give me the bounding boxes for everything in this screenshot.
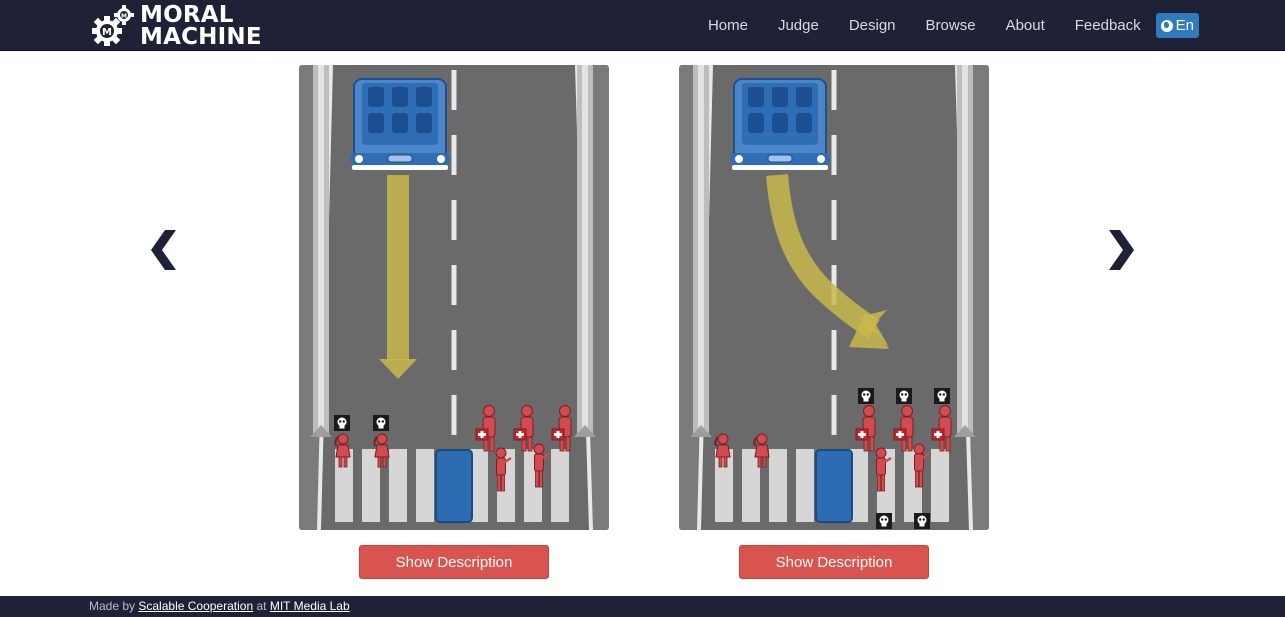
footer-link-mit-media-lab[interactable]: MIT Media Lab: [270, 599, 350, 613]
nav-home[interactable]: Home: [708, 17, 748, 34]
brand-name: MORAL MACHINE: [140, 2, 262, 50]
previous-scenario-button[interactable]: [146, 228, 186, 272]
scenario-illustration-left: [299, 65, 609, 530]
show-description-button-left[interactable]: Show Description: [359, 545, 549, 579]
chevron-right-icon: [1109, 230, 1134, 270]
svg-text:M: M: [121, 13, 127, 20]
footer-credits: Made by Scalable Cooperation at MIT Medi…: [89, 599, 350, 613]
brand-line-1: MORAL: [140, 2, 234, 28]
svg-text:M: M: [102, 27, 112, 38]
nav-feedback[interactable]: Feedback: [1075, 17, 1141, 34]
nav-about[interactable]: About: [1006, 17, 1045, 34]
footer-at: at: [256, 599, 267, 613]
navbar: M M MORAL MACHINE Home Judge Design Brow…: [0, 0, 1285, 51]
nav-browse[interactable]: Browse: [926, 17, 976, 34]
globe-icon: [1160, 19, 1173, 32]
footer-made-by: Made by: [89, 599, 136, 613]
next-scenario-button[interactable]: [1101, 228, 1141, 272]
chevron-left-icon: [151, 230, 176, 270]
main-nav: Home Judge Design Browse About Feedback …: [678, 0, 1199, 51]
brand-line-2: MACHINE: [140, 24, 262, 50]
scenario-option-right[interactable]: [679, 65, 989, 530]
footer-link-scalable-cooperation[interactable]: Scalable Cooperation: [138, 599, 253, 613]
show-description-button-right[interactable]: Show Description: [739, 545, 929, 579]
brand-logo[interactable]: M M MORAL MACHINE: [88, 2, 262, 50]
nav-judge[interactable]: Judge: [778, 17, 819, 34]
language-label: En: [1175, 17, 1194, 34]
scenario-illustration-right: [679, 65, 989, 530]
nav-design[interactable]: Design: [849, 17, 896, 34]
gears-icon: M M: [92, 5, 134, 46]
footer: Made by Scalable Cooperation at MIT Medi…: [0, 596, 1285, 617]
scenario-option-left[interactable]: [299, 65, 609, 530]
language-button[interactable]: En: [1155, 13, 1199, 38]
